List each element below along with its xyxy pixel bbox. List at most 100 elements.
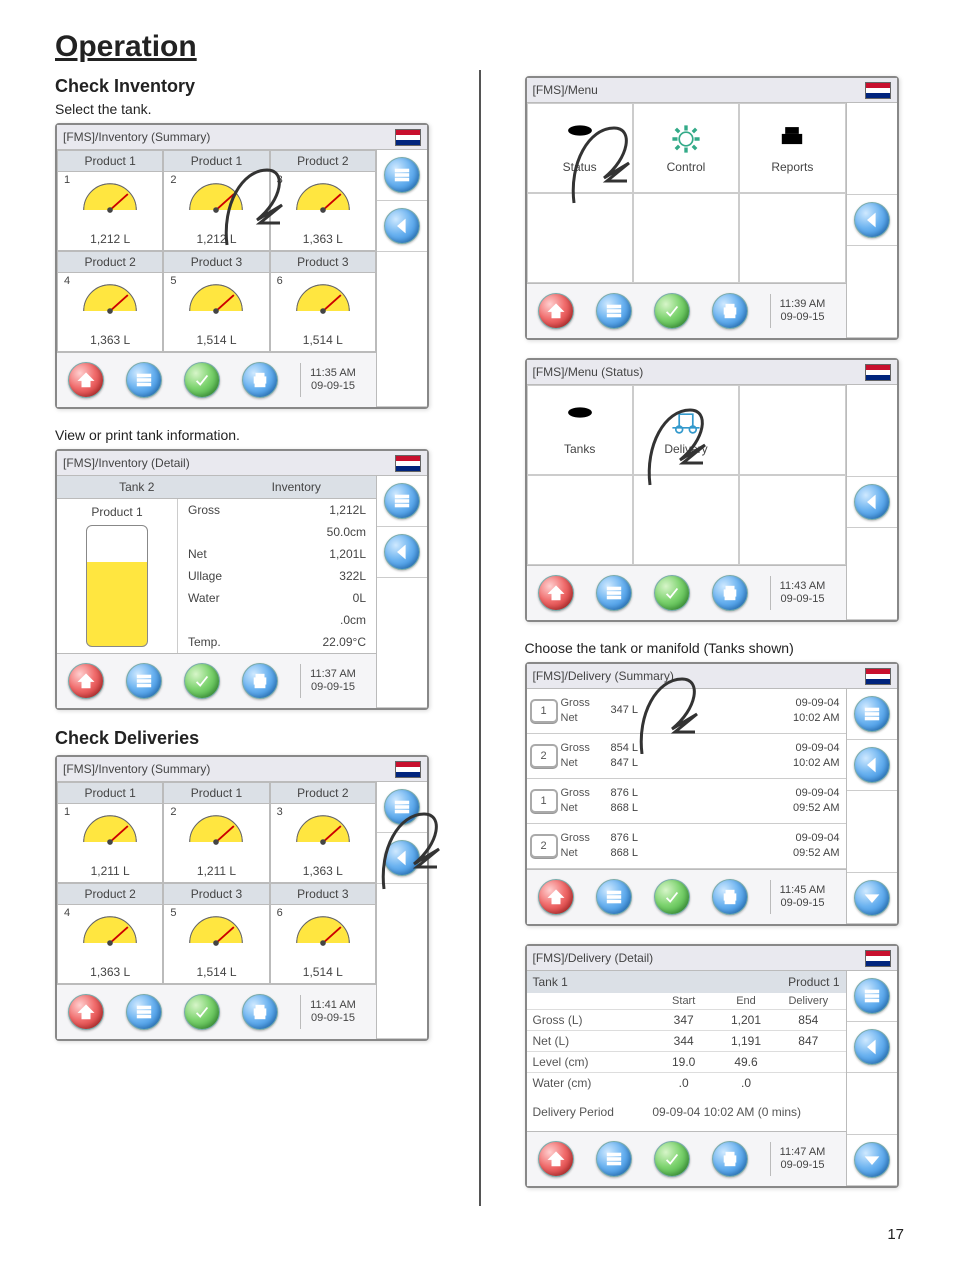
back-button[interactable] (854, 747, 890, 783)
print-button[interactable] (712, 575, 748, 611)
screenshot-menu-status: [FMS]/Menu (Status) Tanks Delivery (525, 358, 899, 622)
product-header: Product 1 (58, 151, 162, 172)
tank-cell[interactable]: Product 351,514 L (163, 251, 269, 352)
menu-item-tanks[interactable]: Tanks (527, 385, 633, 475)
print-button[interactable] (242, 362, 278, 398)
delivery-row[interactable]: 1GrossNet876 L868 L09-09-0409:52 AM (527, 779, 846, 824)
ok-button[interactable] (184, 994, 220, 1030)
alarm-button[interactable] (126, 994, 162, 1030)
timestamp: 11:47 AM09-09-15 (770, 1142, 835, 1176)
detail-button[interactable] (854, 696, 890, 732)
screenshot-inventory-detail: [FMS]/Inventory (Detail) Tank 2 Inventor… (55, 449, 429, 710)
tank-cell[interactable]: Product 231,363 L (270, 782, 376, 883)
delivery-row[interactable]: 1GrossNet347 L09-09-0410:02 AM (527, 689, 846, 734)
home-button[interactable] (538, 879, 574, 915)
menu-item-reports[interactable]: Reports (739, 103, 845, 193)
tank-cell[interactable]: Product 361,514 L (270, 251, 376, 352)
detail-button[interactable] (854, 978, 890, 1014)
tank-cell[interactable]: Product 361,514 L (270, 883, 376, 984)
tank-cell[interactable]: Product 241,363 L (57, 251, 163, 352)
tank-cell[interactable]: Product 111,212 L (57, 150, 163, 251)
product-header: Product 2 (271, 151, 375, 172)
tank-volume: 1,514 L (271, 331, 375, 351)
ok-button[interactable] (654, 879, 690, 915)
home-button[interactable] (68, 994, 104, 1030)
alarm-button[interactable] (596, 879, 632, 915)
home-button[interactable] (538, 293, 574, 329)
ok-button[interactable] (654, 1141, 690, 1177)
window-title: [FMS]/Menu (Status) (533, 365, 644, 379)
screenshot-delivery-detail: [FMS]/Delivery (Detail) Tank 1 Product 1… (525, 944, 899, 1188)
menu-item-delivery[interactable]: Delivery (633, 385, 739, 475)
delivery-detail-row: Gross (L)3471,201854 (527, 1009, 846, 1030)
alarm-button[interactable] (596, 293, 632, 329)
inventory-row: Temp.22.09°C (178, 631, 376, 653)
print-button[interactable] (712, 293, 748, 329)
detail-button[interactable] (384, 789, 420, 825)
tank-cell[interactable]: Product 351,514 L (163, 883, 269, 984)
inventory-row: 50.0cm (178, 521, 376, 543)
product-header: Product 1 (58, 783, 162, 804)
back-button[interactable] (384, 840, 420, 876)
tank-cell[interactable]: Product 241,363 L (57, 883, 163, 984)
alarm-button[interactable] (596, 575, 632, 611)
product-label: Product 1 (788, 975, 839, 989)
alarm-button[interactable] (126, 663, 162, 699)
tank-number: 5 (170, 275, 176, 287)
tank-cell[interactable]: Product 121,212 L (163, 150, 269, 251)
caption-choose-tank: Choose the tank or manifold (Tanks shown… (525, 640, 905, 656)
tank-number: 2 (170, 174, 176, 186)
tank-tag: 2 (530, 834, 558, 858)
print-button[interactable] (242, 663, 278, 699)
menu-item-status[interactable]: Status (527, 103, 633, 193)
ok-button[interactable] (184, 663, 220, 699)
home-button[interactable] (538, 575, 574, 611)
print-button[interactable] (242, 994, 278, 1030)
timestamp: 11:43 AM09-09-15 (770, 576, 835, 610)
tank-cell[interactable]: Product 231,363 L (270, 150, 376, 251)
menu-label: Control (667, 160, 706, 174)
ok-button[interactable] (654, 293, 690, 329)
delivery-row[interactable]: 2GrossNet854 L847 L09-09-0410:02 AM (527, 734, 846, 779)
tank-cell[interactable]: Product 121,211 L (163, 782, 269, 883)
scroll-down-button[interactable] (854, 880, 890, 916)
back-button[interactable] (854, 484, 890, 520)
tank-number: 4 (64, 907, 70, 919)
scroll-down-button[interactable] (854, 1142, 890, 1178)
window-title: [FMS]/Inventory (Detail) (63, 456, 190, 470)
timestamp: 11:45 AM09-09-15 (770, 880, 835, 914)
product-header: Product 1 (164, 151, 268, 172)
print-button[interactable] (712, 879, 748, 915)
window-title: [FMS]/Menu (533, 83, 598, 97)
product-header: Product 2 (58, 252, 162, 273)
back-button[interactable] (384, 208, 420, 244)
back-button[interactable] (384, 534, 420, 570)
inventory-row: Net1,201L (178, 543, 376, 565)
ok-button[interactable] (184, 362, 220, 398)
delivery-period-label: Delivery Period (533, 1105, 614, 1119)
flag-icon (395, 455, 421, 472)
tank-volume: 1,212 L (58, 230, 162, 250)
detail-button[interactable] (384, 157, 420, 193)
home-button[interactable] (538, 1141, 574, 1177)
product-header: Product 3 (271, 884, 375, 905)
menu-label: Tanks (564, 442, 595, 456)
home-button[interactable] (68, 663, 104, 699)
alarm-button[interactable] (126, 362, 162, 398)
menu-item-control[interactable]: Control (633, 103, 739, 193)
detail-button[interactable] (384, 483, 420, 519)
tank-number: 3 (277, 806, 283, 818)
back-button[interactable] (854, 1029, 890, 1065)
alarm-button[interactable] (596, 1141, 632, 1177)
gauge-icon (185, 176, 247, 214)
tank-label: Tank 1 (533, 975, 568, 989)
delivery-row[interactable]: 2GrossNet876 L868 L09-09-0409:52 AM (527, 824, 846, 869)
print-button[interactable] (712, 1141, 748, 1177)
home-button[interactable] (68, 362, 104, 398)
inventory-row: Ullage322L (178, 565, 376, 587)
back-button[interactable] (854, 202, 890, 238)
ok-button[interactable] (654, 575, 690, 611)
flag-icon (395, 761, 421, 778)
tank-number: 5 (170, 907, 176, 919)
tank-cell[interactable]: Product 111,211 L (57, 782, 163, 883)
